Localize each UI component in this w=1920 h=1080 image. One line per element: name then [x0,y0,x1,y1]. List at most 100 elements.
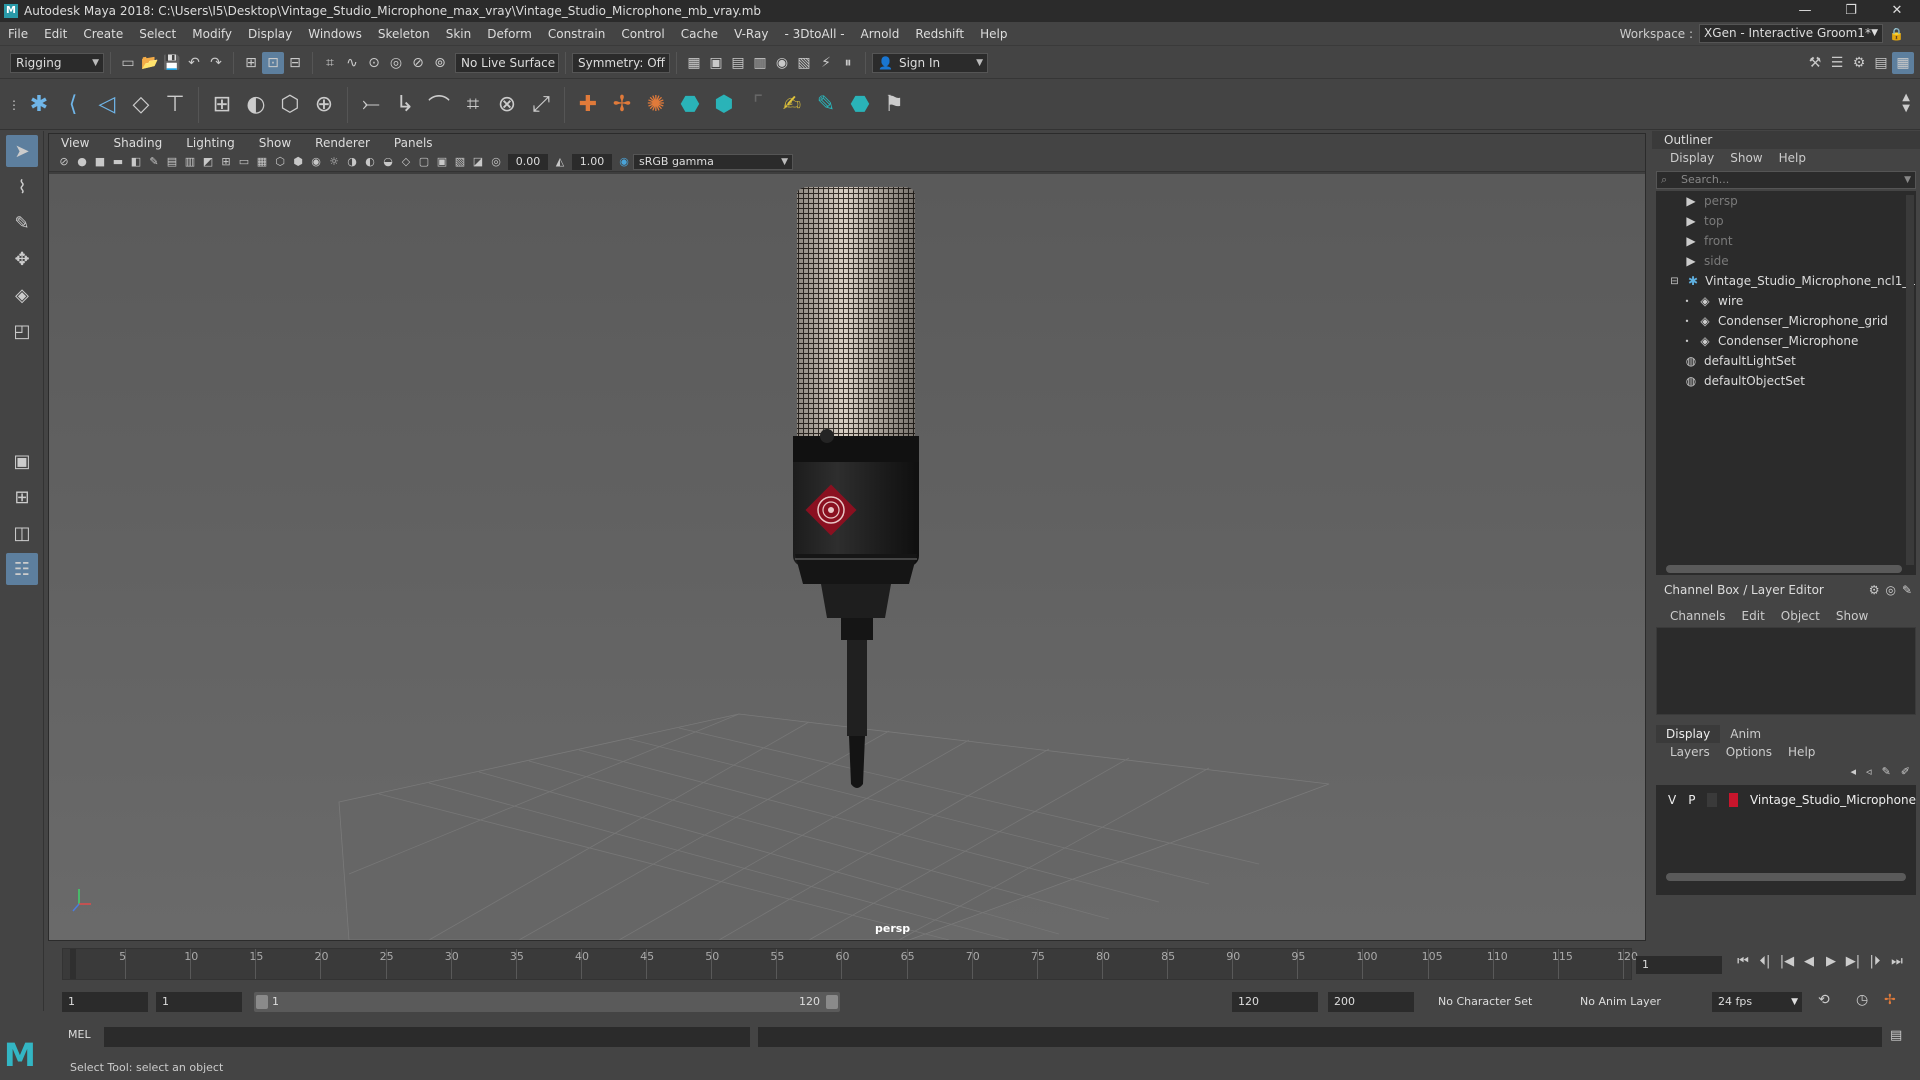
save-scene-icon[interactable]: 💾 [161,52,183,74]
tab-display[interactable]: Display [1656,725,1721,743]
quick-rig-icon[interactable]: ⚑ [877,85,911,125]
ambient-occlusion-icon[interactable]: ◐ [362,154,378,170]
wireframe-icon[interactable]: ⬡ [272,154,288,170]
lasso-tool-icon[interactable]: ⌇ [6,171,38,203]
loop-icon[interactable]: ⟲ [1818,992,1830,1008]
3d-viewport[interactable]: persp [49,174,1645,940]
current-time-indicator[interactable] [70,949,76,979]
gamma-icon[interactable]: ◭ [552,154,568,170]
outliner-item-front[interactable]: ▶ front [1656,231,1916,251]
wire-deformer-icon[interactable]: ⌒ [422,85,456,125]
snap-curve-icon[interactable]: ∿ [341,52,363,74]
pause-icon[interactable]: ⏸ [837,52,859,74]
xray-joints-icon[interactable]: ▧ [452,154,468,170]
menu-3dtoall[interactable]: - 3DtoAll - [776,22,852,46]
xray-icon[interactable]: ▣ [434,154,450,170]
snap-view-icon[interactable]: ◎ [385,52,407,74]
vray-render-icon[interactable]: ▧ [793,52,815,74]
new-scene-icon[interactable]: ▭ [117,52,139,74]
use-lights-icon[interactable]: ☼ [326,154,342,170]
menu-edit[interactable]: Edit [36,22,75,46]
vray-ipr-icon[interactable]: ⚡ [815,52,837,74]
range-end-handle[interactable] [826,995,838,1009]
playback-end-field[interactable]: 120 [1232,992,1318,1012]
character-set-dropdown[interactable]: No Character Set [1432,992,1556,1012]
menu-cache[interactable]: Cache [673,22,726,46]
anim-prefs-icon[interactable]: ✢ [1884,992,1896,1008]
menu-set-dropdown[interactable]: Rigging ▼ [10,52,104,73]
step-back-frame-button[interactable]: |◀ [1776,954,1798,969]
outliner-item-objectset[interactable]: ◍ defaultObjectSet [1656,371,1916,391]
workspace-dropdown[interactable]: XGen - Interactive Groom1* ▼ [1699,24,1884,43]
resolution-gate-icon[interactable]: ▥ [182,154,198,170]
channel-box-menu-object[interactable]: Object [1773,609,1828,623]
hik-control-icon[interactable]: ⬣ [673,85,707,125]
layer-editor-icon[interactable]: ▦ [1892,52,1914,74]
menu-skeleton[interactable]: Skeleton [370,22,438,46]
grease-pencil-icon[interactable]: ✎ [146,154,162,170]
camera-attr-icon[interactable]: ● [74,154,90,170]
snap-surface-icon[interactable]: ⊘ [407,52,429,74]
menu-skin[interactable]: Skin [438,22,480,46]
isolate-select-icon[interactable]: ▢ [416,154,432,170]
command-language-label[interactable]: MEL [68,1028,91,1041]
textured-icon[interactable]: ◉ [308,154,324,170]
channel-box-menu-show[interactable]: Show [1828,609,1876,623]
select-object-icon[interactable]: ⊡ [262,51,284,74]
2d-pan-icon[interactable]: ◧ [128,154,144,170]
ik-spline-icon[interactable]: ◁ [90,85,124,125]
wrap-icon[interactable]: ⤢ [524,85,558,125]
undo-icon[interactable]: ↶ [183,52,205,74]
anti-alias-icon[interactable]: ◇ [398,154,414,170]
smooth-shade-icon[interactable]: ⬢ [290,154,306,170]
select-tool-icon[interactable]: ➤ [6,135,38,167]
redo-icon[interactable]: ↷ [205,52,227,74]
play-backwards-button[interactable]: ◀ [1798,954,1820,969]
layer-menu-help[interactable]: Help [1780,745,1823,759]
channel-box-menu-edit[interactable]: Edit [1734,609,1773,623]
sculpt-icon[interactable]: ⊗ [490,85,524,125]
safe-action-icon[interactable]: ▭ [236,154,252,170]
go-to-end-button[interactable]: ⏭ [1886,954,1908,969]
exposure-icon[interactable]: ◎ [488,154,504,170]
color-management-icon[interactable]: ◉ [616,154,632,170]
symmetry-dropdown[interactable]: Symmetry: Off [572,52,670,73]
current-frame-field[interactable]: 1 [1636,956,1722,974]
channel-box-icon[interactable]: ▤ [1870,52,1892,74]
aim-constraint-icon[interactable]: ✢ [605,85,639,125]
menu-redshift[interactable]: Redshift [907,22,972,46]
hik-pose-icon[interactable]: ⬣ [843,85,877,125]
render-settings-icon[interactable]: ▥ [749,52,771,74]
grid-toggle-icon[interactable]: ▦ [254,154,270,170]
layer-visibility-toggle[interactable]: V [1668,793,1676,807]
layer-playback-toggle[interactable]: P [1688,793,1695,807]
ik-handle-icon[interactable]: ⟨ [56,85,90,125]
open-scene-icon[interactable]: 📂 [139,52,161,74]
insert-joint-icon[interactable]: ◇ [124,85,158,125]
modeling-toolkit-icon[interactable]: ⚒ [1804,52,1826,74]
shelf-options-icon[interactable]: ⋮ [6,85,22,125]
maximize-button[interactable]: ❐ [1828,0,1874,22]
attribute-editor-icon[interactable]: ◎ [1885,583,1895,597]
two-view-icon[interactable]: ◫ [6,517,38,549]
time-ruler[interactable]: 1510152025303540455055606570758085909510… [62,948,1638,980]
menu-windows[interactable]: Windows [300,22,370,46]
outliner-menu-show[interactable]: Show [1722,151,1770,165]
soft-mod-icon[interactable]: ⌗ [456,85,490,125]
play-forwards-button[interactable]: ▶ [1820,954,1842,969]
sign-in-dropdown[interactable]: 👤 Sign In ▼ [872,52,988,73]
menu-select[interactable]: Select [131,22,184,46]
snap-live-icon[interactable]: ⊚ [429,52,451,74]
viewport-menu-show[interactable]: Show [247,136,303,150]
menu-help[interactable]: Help [972,22,1015,46]
render-view-icon[interactable]: ▦ [683,52,705,74]
deformer-icon[interactable]: ⊕ [307,85,341,125]
attribute-editor-icon[interactable]: ☰ [1826,52,1848,74]
command-input[interactable] [104,1027,750,1047]
fps-dropdown[interactable]: 24 fps ▼ [1712,992,1802,1012]
color-space-dropdown[interactable]: sRGB gamma ▼ [633,153,793,170]
scale-tool-icon[interactable]: ◰ [6,315,38,347]
shelf-scroll-arrows[interactable]: ▲ ▼ [1902,92,1910,114]
channel-box-body[interactable] [1656,627,1916,715]
backface-icon[interactable]: ◪ [470,154,486,170]
